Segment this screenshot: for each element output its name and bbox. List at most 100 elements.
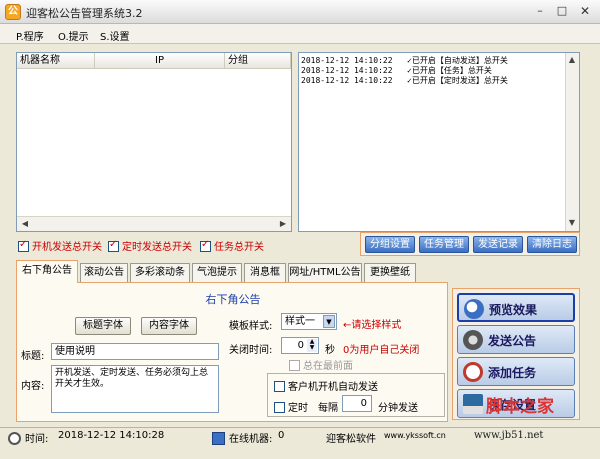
column-group[interactable]: 分组 (225, 53, 291, 69)
machine-list[interactable]: 机器名称 IP 分组 ◀ ▶ (16, 52, 292, 232)
scroll-up-icon[interactable]: ▲ (566, 55, 578, 65)
scroll-right-icon[interactable]: ▶ (277, 219, 289, 229)
save-icon (463, 394, 483, 414)
add-task-button-label: 添加任务 (488, 366, 537, 380)
menu-bar: P.程序 O.提示 S.设置 (0, 24, 600, 44)
tab-color-scrollbar[interactable]: 多彩滚动条 (130, 263, 190, 282)
panel-title: 右下角公告 (205, 293, 261, 306)
log-entry: 2018-12-12 14:10:22 ✓已开启【定时发送】总开关 (301, 75, 508, 86)
close-time-label: 关闭时间: (229, 345, 273, 356)
add-task-button[interactable]: 添加任务 (457, 357, 575, 386)
tab-message-box[interactable]: 消息框 (244, 263, 286, 282)
close-time-unit: 秒 (325, 345, 335, 356)
switch-task[interactable]: 任务总开关 (200, 238, 264, 253)
status-online-value: 0 (278, 430, 285, 441)
status-time: 时间: (8, 430, 48, 445)
checkbox-boot-send[interactable] (18, 239, 29, 252)
log-text: 已开启【定时发送】总开关 (411, 76, 508, 85)
title-input[interactable]: 使用说明 (51, 343, 219, 360)
log-panel[interactable]: 2018-12-12 14:10:22 ✓已开启【自动发送】总开关 2018-12… (298, 52, 580, 232)
checkbox-timed[interactable] (274, 402, 285, 413)
template-label: 模板样式: (229, 321, 273, 332)
status-online-label: 在线机器: (229, 434, 273, 445)
log-time: 2018-12-12 14:10:22 (301, 56, 393, 65)
log-time: 2018-12-12 14:10:22 (301, 66, 393, 75)
scroll-down-icon[interactable]: ▼ (566, 218, 578, 228)
timed-option[interactable]: 定时 (274, 399, 308, 414)
monitor-icon (212, 432, 225, 445)
content-label: 内容: (21, 381, 45, 392)
machine-list-header: 机器名称 IP 分组 (17, 53, 291, 69)
scroll-left-icon[interactable]: ◀ (19, 219, 31, 229)
send-notice-button-label: 发送公告 (488, 334, 537, 348)
timed-label: 定时 (288, 403, 308, 414)
status-online: 在线机器: (212, 430, 272, 445)
close-time-value: 0 (297, 340, 304, 351)
status-time-value: 2018-12-12 14:10:28 (58, 430, 165, 441)
minimize-button[interactable]: – (532, 4, 548, 18)
clock-icon (8, 432, 21, 445)
machine-list-hscrollbar[interactable]: ◀ ▶ (17, 216, 291, 231)
menu-program[interactable]: P.程序 (16, 28, 44, 43)
checkbox-timed-send[interactable] (108, 239, 119, 252)
log-text: 已开启【任务】总开关 (411, 66, 492, 75)
tab-url-html-notice[interactable]: 网址/HTML公告 (288, 263, 362, 282)
interval-input[interactable]: 0 (342, 395, 372, 412)
send-records-button[interactable]: 发送记录 (473, 236, 523, 253)
send-notice-button[interactable]: 发送公告 (457, 325, 575, 354)
speaker-icon (463, 330, 483, 350)
clock-icon (463, 362, 483, 382)
maximize-button[interactable]: □ (554, 4, 570, 18)
column-machine-name[interactable]: 机器名称 (17, 53, 95, 69)
template-hint: ←请选择样式 (343, 320, 402, 331)
spinner-icon[interactable]: ▲ ▼ (307, 339, 317, 352)
checkbox-task[interactable] (200, 239, 211, 252)
every-label: 每隔 (318, 403, 338, 414)
title-font-button[interactable]: 标题字体 (75, 317, 131, 335)
preview-button-label: 预览效果 (489, 303, 538, 317)
watermark-url: www.jb51.net (474, 430, 544, 441)
interval-unit: 分钟发送 (378, 403, 418, 414)
close-time-input[interactable]: 0 ▲ ▼ (281, 337, 319, 354)
template-select-value: 样式一 (285, 316, 315, 327)
checkbox-always-on-top[interactable] (289, 360, 300, 371)
title-bar: 公 迎客松公告管理系统3.2 – □ ✕ (0, 0, 600, 24)
switch-task-label: 任务总开关 (214, 242, 264, 253)
always-on-top-label: 总在最前面 (303, 361, 353, 372)
log-text: 已开启【自动发送】总开关 (411, 56, 508, 65)
tab-scroll-notice[interactable]: 滚动公告 (80, 263, 128, 282)
content-textarea[interactable]: 开机发送、定时发送、任务必须勾上总开关才生效。 (51, 365, 219, 413)
column-ip[interactable]: IP (95, 53, 225, 69)
chevron-down-icon[interactable]: ▼ (323, 315, 335, 328)
tab-corner-notice[interactable]: 右下角公告 (16, 260, 78, 283)
switch-timed-send[interactable]: 定时发送总开关 (108, 238, 192, 253)
status-website[interactable]: www.ykssoft.cn (384, 431, 446, 440)
close-button[interactable]: ✕ (577, 4, 593, 18)
task-manage-button[interactable]: 任务管理 (419, 236, 469, 253)
menu-settings[interactable]: S.设置 (100, 28, 130, 43)
status-time-label: 时间: (25, 434, 49, 445)
tab-panel-corner-notice: 右下角公告 标题字体 内容字体 标题: 使用说明 内容: 开机发送、定时发送、任… (16, 282, 448, 422)
switch-boot-send[interactable]: 开机发送总开关 (18, 238, 102, 253)
always-on-top-option[interactable]: 总在最前面 (289, 357, 353, 372)
autostart-label: 客户机开机自动发送 (288, 382, 378, 393)
magnifier-icon (464, 299, 484, 319)
checkbox-autostart[interactable] (274, 381, 285, 392)
log-time: 2018-12-12 14:10:22 (301, 76, 393, 85)
window-title: 迎客松公告管理系统3.2 (26, 7, 143, 20)
switch-timed-send-label: 定时发送总开关 (122, 242, 192, 253)
close-time-hint: 0为用户自己关闭 (343, 345, 420, 356)
autostart-option[interactable]: 客户机开机自动发送 (274, 378, 378, 393)
switch-boot-send-label: 开机发送总开关 (32, 242, 102, 253)
tab-bubble-tip[interactable]: 气泡提示 (192, 263, 242, 282)
log-vscrollbar[interactable]: ▲ ▼ (565, 53, 579, 231)
template-select[interactable]: 样式一 ▼ (281, 313, 337, 330)
content-font-button[interactable]: 内容字体 (141, 317, 197, 335)
menu-tips[interactable]: O.提示 (58, 28, 89, 43)
send-options-group: 客户机开机自动发送 定时 每隔 0 分钟发送 (267, 373, 445, 417)
tab-change-wallpaper[interactable]: 更换壁纸 (364, 263, 416, 282)
group-settings-button[interactable]: 分组设置 (365, 236, 415, 253)
clear-log-button[interactable]: 清除日志 (527, 236, 577, 253)
preview-button[interactable]: 预览效果 (457, 293, 575, 322)
log-button-group: 分组设置 任务管理 发送记录 清除日志 (360, 232, 580, 256)
